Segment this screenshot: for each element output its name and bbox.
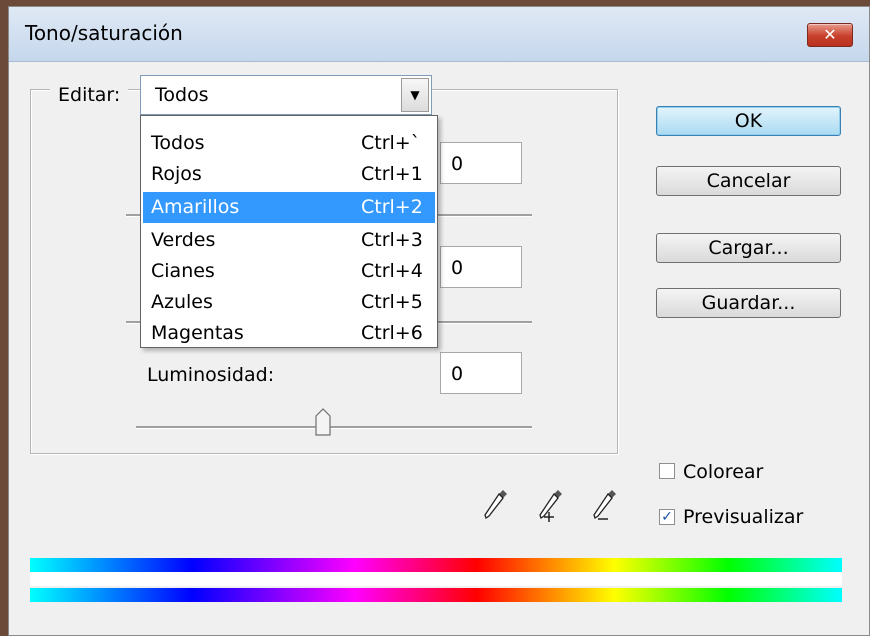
preview-label[interactable]: Previsualizar [683,506,803,528]
menu-item-azules[interactable]: Azules Ctrl+5 [143,287,435,318]
menu-item-amarillos[interactable]: Amarillos Ctrl+2 [143,192,435,223]
edit-select[interactable]: Todos ▼ [140,75,432,115]
menu-item-label: Magentas [151,322,244,344]
input-color-spectrum [30,558,842,572]
menu-item-cianes[interactable]: Cianes Ctrl+4 [143,256,435,287]
menu-item-label: Amarillos [151,196,240,218]
eyedropper-plus-icon[interactable] [538,488,564,524]
saturation-field[interactable]: 0 [440,246,522,288]
menu-item-shortcut: Ctrl+3 [361,229,423,251]
lightness-value: 0 [451,363,464,385]
menu-item-rojos[interactable]: Rojos Ctrl+1 [143,159,435,190]
title-bar[interactable]: Tono/saturación ✕ [9,7,869,62]
hue-value: 0 [451,153,464,175]
menu-item-label: Rojos [151,163,202,185]
spectrum-gap [30,572,842,586]
edit-select-value: Todos [155,84,209,106]
load-button[interactable]: Cargar... [656,233,841,263]
colorize-label[interactable]: Colorear [683,461,763,483]
preview-checkbox[interactable]: ✓ [659,509,675,525]
menu-item-shortcut: Ctrl+2 [361,196,423,218]
menu-item-label: Verdes [151,229,216,251]
menu-item-label: Todos [151,132,205,154]
lightness-slider[interactable] [136,426,532,429]
edit-dropdown-menu: Todos Ctrl+` Rojos Ctrl+1 Amarillos Ctrl… [140,115,438,348]
lightness-field[interactable]: 0 [440,352,522,394]
menu-item-shortcut: Ctrl+` [361,132,421,154]
chevron-down-icon[interactable]: ▼ [401,78,429,112]
hue-field[interactable]: 0 [440,142,522,184]
menu-item-shortcut: Ctrl+5 [361,291,423,313]
dialog-title: Tono/saturación [25,21,183,45]
lightness-slider-thumb[interactable] [315,408,331,436]
menu-item-magentas[interactable]: Magentas Ctrl+6 [143,318,435,349]
menu-item-shortcut: Ctrl+6 [361,322,423,344]
close-button[interactable]: ✕ [807,23,853,47]
eyedropper-minus-icon[interactable] [592,488,618,524]
ok-button[interactable]: OK [656,106,841,136]
edit-label: Editar: [50,84,129,106]
save-button[interactable]: Guardar... [656,288,841,318]
eyedropper-icon[interactable] [483,488,509,524]
menu-item-label: Azules [151,291,213,313]
output-color-spectrum [30,588,842,602]
lightness-label: Luminosidad: [147,364,275,386]
colorize-checkbox[interactable] [659,463,675,479]
saturation-value: 0 [451,257,464,279]
menu-item-shortcut: Ctrl+4 [361,260,423,282]
cancel-button[interactable]: Cancelar [656,166,841,196]
menu-item-label: Cianes [151,260,215,282]
menu-item-todos[interactable]: Todos Ctrl+` [143,128,435,159]
menu-item-verdes[interactable]: Verdes Ctrl+3 [143,225,435,256]
menu-item-shortcut: Ctrl+1 [361,163,423,185]
